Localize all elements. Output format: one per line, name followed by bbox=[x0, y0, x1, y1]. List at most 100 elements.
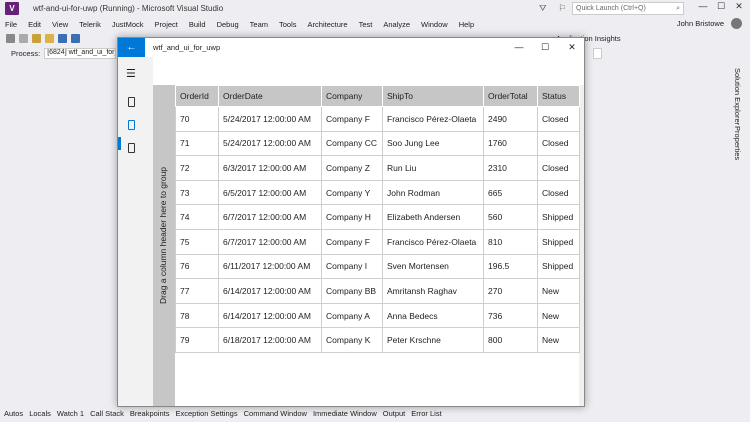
cell-company[interactable]: Company Z bbox=[321, 155, 383, 181]
cell-orderdate[interactable]: 5/24/2017 12:00:00 AM bbox=[218, 130, 322, 157]
quick-launch-input[interactable]: Quick Launch (Ctrl+Q) ⌕ bbox=[572, 2, 684, 15]
properties-tab[interactable]: Properties bbox=[733, 126, 742, 160]
cell-orderid[interactable]: 78 bbox=[175, 302, 219, 329]
menu-team[interactable]: Team bbox=[250, 20, 268, 29]
cell-orderid[interactable]: 79 bbox=[175, 327, 219, 353]
cell-ordertotal[interactable]: 800 bbox=[483, 327, 538, 353]
tab-command-window[interactable]: Command Window bbox=[244, 409, 307, 418]
menu-tools[interactable]: Tools bbox=[279, 20, 297, 29]
cell-orderid[interactable]: 75 bbox=[175, 228, 219, 255]
tab-call-stack[interactable]: Call Stack bbox=[90, 409, 124, 418]
column-header-shipto[interactable]: ShipTo bbox=[382, 85, 484, 107]
cell-company[interactable]: Company F bbox=[321, 228, 383, 255]
cell-company[interactable]: Company A bbox=[321, 302, 383, 329]
navigate-back-icon[interactable] bbox=[6, 34, 15, 43]
save-icon[interactable] bbox=[58, 34, 67, 43]
cell-status[interactable]: Shipped bbox=[537, 204, 580, 230]
cell-shipto[interactable]: Soo Jung Lee bbox=[382, 130, 484, 157]
cell-ordertotal[interactable]: 2490 bbox=[483, 106, 538, 132]
menu-project[interactable]: Project bbox=[155, 20, 178, 29]
cell-orderdate[interactable]: 6/5/2017 12:00:00 AM bbox=[218, 179, 322, 206]
cell-ordertotal[interactable]: 665 bbox=[483, 179, 538, 206]
cell-orderid[interactable]: 77 bbox=[175, 278, 219, 304]
cell-ordertotal[interactable]: 736 bbox=[483, 302, 538, 329]
column-header-company[interactable]: Company bbox=[321, 85, 383, 107]
tab-breakpoints[interactable]: Breakpoints bbox=[130, 409, 170, 418]
cell-company[interactable]: Company BB bbox=[321, 278, 383, 304]
menu-architecture[interactable]: Architecture bbox=[308, 20, 348, 29]
cell-orderdate[interactable]: 6/3/2017 12:00:00 AM bbox=[218, 155, 322, 181]
cell-orderid[interactable]: 71 bbox=[175, 130, 219, 157]
table-row[interactable]: 78 6/14/2017 12:00:00 AM Company A Anna Bed… bbox=[175, 302, 580, 329]
cell-orderid[interactable]: 76 bbox=[175, 253, 219, 280]
cell-orderid[interactable]: 74 bbox=[175, 204, 219, 230]
tab-locals[interactable]: Locals bbox=[29, 409, 51, 418]
stack-frame-dropdown[interactable] bbox=[593, 48, 602, 59]
nav-page-icon-1[interactable] bbox=[128, 97, 135, 107]
cell-company[interactable]: Company F bbox=[321, 106, 383, 132]
cell-orderid[interactable]: 70 bbox=[175, 106, 219, 132]
menu-file[interactable]: File bbox=[5, 20, 17, 29]
table-row[interactable]: 72 6/3/2017 12:00:00 AM Company Z Run Liu 23… bbox=[175, 155, 580, 181]
cell-ordertotal[interactable]: 560 bbox=[483, 204, 538, 230]
tab-watch-1[interactable]: Watch 1 bbox=[57, 409, 84, 418]
open-file-icon[interactable] bbox=[45, 34, 54, 43]
table-row[interactable]: 76 6/11/2017 12:00:00 AM Company I Sven Mor… bbox=[175, 253, 580, 280]
cell-orderid[interactable]: 72 bbox=[175, 155, 219, 181]
grouping-panel[interactable]: Drag a column header here to group bbox=[153, 85, 175, 406]
app-maximize-icon[interactable]: ☐ bbox=[539, 42, 551, 53]
vs-minimize-icon[interactable]: — bbox=[694, 1, 712, 11]
user-name[interactable]: John Bristowe bbox=[677, 19, 724, 28]
cell-company[interactable]: Company I bbox=[321, 253, 383, 280]
cell-company[interactable]: Company K bbox=[321, 327, 383, 353]
cell-orderdate[interactable]: 6/14/2017 12:00:00 AM bbox=[218, 302, 322, 329]
cell-orderdate[interactable]: 6/14/2017 12:00:00 AM bbox=[218, 278, 322, 304]
menu-view[interactable]: View bbox=[52, 20, 68, 29]
tab-output[interactable]: Output bbox=[383, 409, 406, 418]
vs-maximize-icon[interactable]: ☐ bbox=[712, 1, 730, 12]
cell-status[interactable]: Shipped bbox=[537, 228, 580, 255]
cell-ordertotal[interactable]: 1760 bbox=[483, 130, 538, 157]
tab-immediate-window[interactable]: Immediate Window bbox=[313, 409, 377, 418]
cell-shipto[interactable]: Run Liu bbox=[382, 155, 484, 181]
save-all-icon[interactable] bbox=[71, 34, 80, 43]
table-row[interactable]: 79 6/18/2017 12:00:00 AM Company K Peter Kr… bbox=[175, 327, 580, 353]
menu-telerik[interactable]: Telerik bbox=[79, 20, 101, 29]
table-row[interactable]: 73 6/5/2017 12:00:00 AM Company Y John Rodm… bbox=[175, 179, 580, 206]
solution-explorer-tab[interactable]: Solution Explorer bbox=[733, 68, 742, 125]
cell-shipto[interactable]: Francisco Pérez-Olaeta bbox=[382, 106, 484, 132]
cell-status[interactable]: New bbox=[537, 302, 580, 329]
navigate-forward-icon[interactable] bbox=[19, 34, 28, 43]
app-minimize-icon[interactable]: — bbox=[513, 42, 525, 52]
column-header-orderdate[interactable]: OrderDate bbox=[218, 85, 322, 107]
menu-debug[interactable]: Debug bbox=[217, 20, 239, 29]
cell-ordertotal[interactable]: 270 bbox=[483, 278, 538, 304]
column-header-status[interactable]: Status bbox=[537, 85, 580, 107]
cell-status[interactable]: New bbox=[537, 278, 580, 304]
feedback-flag-icon[interactable]: ⚐ bbox=[558, 3, 566, 14]
menu-edit[interactable]: Edit bbox=[28, 20, 41, 29]
back-button[interactable]: ← bbox=[118, 38, 145, 57]
cell-shipto[interactable]: John Rodman bbox=[382, 179, 484, 206]
new-project-icon[interactable] bbox=[32, 34, 41, 43]
cell-orderdate[interactable]: 6/11/2017 12:00:00 AM bbox=[218, 253, 322, 280]
cell-company[interactable]: Company Y bbox=[321, 179, 383, 206]
table-row[interactable]: 71 5/24/2017 12:00:00 AM Company CC Soo Jun… bbox=[175, 130, 580, 157]
nav-page-icon-2[interactable] bbox=[128, 120, 135, 130]
cell-shipto[interactable]: Elizabeth Andersen bbox=[382, 204, 484, 230]
cell-status[interactable]: Closed bbox=[537, 155, 580, 181]
nav-page-icon-3[interactable] bbox=[128, 143, 135, 153]
cell-ordertotal[interactable]: 2310 bbox=[483, 155, 538, 181]
menu-window[interactable]: Window bbox=[421, 20, 448, 29]
cell-orderdate[interactable]: 6/7/2017 12:00:00 AM bbox=[218, 204, 322, 230]
user-avatar-icon[interactable] bbox=[731, 18, 742, 29]
tab-error-list[interactable]: Error List bbox=[411, 409, 441, 418]
column-header-ordertotal[interactable]: OrderTotal bbox=[483, 85, 538, 107]
table-row[interactable]: 75 6/7/2017 12:00:00 AM Company F Francisco… bbox=[175, 228, 580, 255]
cell-status[interactable]: Shipped bbox=[537, 253, 580, 280]
cell-company[interactable]: Company CC bbox=[321, 130, 383, 157]
menu-help[interactable]: Help bbox=[459, 20, 474, 29]
cell-status[interactable]: New bbox=[537, 327, 580, 353]
cell-shipto[interactable]: Francisco Pérez-Olaeta bbox=[382, 228, 484, 255]
cell-shipto[interactable]: Anna Bedecs bbox=[382, 302, 484, 329]
